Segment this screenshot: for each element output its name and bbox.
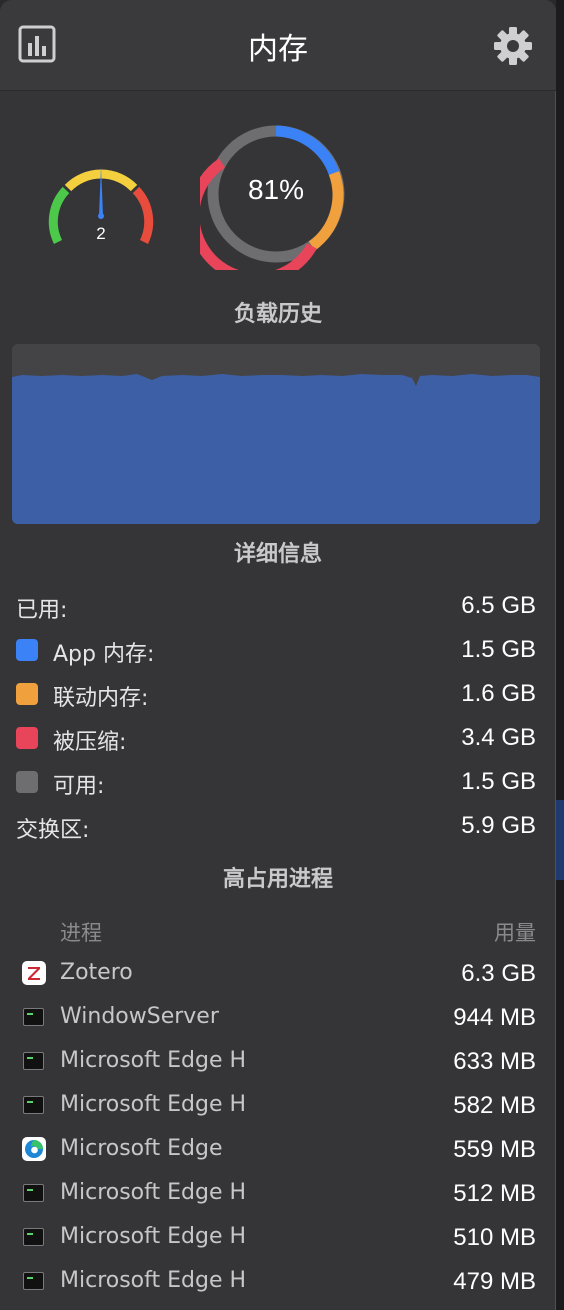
process-name: Microsoft Edge H bbox=[60, 1048, 247, 1073]
memory-popup-panel: 内存 2 81% 负载历史 详细信息 已用: 6.5 GB App 内存: 1.… bbox=[0, 0, 556, 1310]
process-usage: 6.3 GB bbox=[461, 960, 536, 987]
terminal-icon bbox=[20, 1267, 48, 1295]
process-name: WindowServer bbox=[60, 1004, 219, 1029]
terminal-icon bbox=[20, 1047, 48, 1075]
detail-row-compressed: 被压缩: 3.4 GB bbox=[16, 718, 536, 758]
process-name: Microsoft Edge H bbox=[60, 1268, 247, 1293]
page-title: 内存 bbox=[248, 32, 308, 67]
edge-icon bbox=[20, 1135, 48, 1163]
process-name: Microsoft Edge H bbox=[60, 1092, 247, 1117]
detail-label: App 内存: bbox=[53, 642, 155, 667]
process-usage: 633 MB bbox=[453, 1048, 536, 1075]
process-row[interactable]: Microsoft Edge H 479 MB bbox=[20, 1260, 536, 1304]
process-row[interactable]: Microsoft Edge H 633 MB bbox=[20, 1040, 536, 1084]
detail-row-app-memory: App 内存: 1.5 GB bbox=[16, 630, 536, 670]
terminal-icon bbox=[20, 1179, 48, 1207]
free-swatch bbox=[16, 771, 38, 793]
history-title: 负载历史 bbox=[233, 302, 322, 327]
app-memory-swatch bbox=[16, 639, 38, 661]
detail-value: 3.4 GB bbox=[461, 724, 536, 751]
details-title: 详细信息 bbox=[233, 542, 322, 567]
detail-row-swap: 交换区: 5.9 GB bbox=[16, 806, 536, 846]
process-table-header: 进程 用量 bbox=[60, 917, 536, 947]
process-name: Microsoft Edge H bbox=[60, 1180, 247, 1205]
process-row[interactable]: WindowServer 944 MB bbox=[20, 996, 536, 1040]
compressed-swatch bbox=[16, 727, 38, 749]
process-usage: 479 MB bbox=[453, 1268, 536, 1295]
processes-title: 高占用进程 bbox=[222, 867, 333, 892]
process-row[interactable]: Microsoft Edge H 582 MB bbox=[20, 1084, 536, 1128]
process-row[interactable]: Zotero 6.3 GB bbox=[20, 952, 536, 996]
detail-row-free: 可用: 1.5 GB bbox=[16, 762, 536, 802]
process-usage: 510 MB bbox=[453, 1224, 536, 1251]
load-history-chart bbox=[12, 344, 540, 524]
pressure-value: 2 bbox=[96, 224, 106, 243]
column-usage: 用量 bbox=[494, 921, 536, 945]
desktop-background bbox=[556, 0, 564, 1310]
terminal-icon bbox=[20, 1223, 48, 1251]
process-usage: 512 MB bbox=[453, 1180, 536, 1207]
process-row[interactable]: Microsoft Edge 559 MB bbox=[20, 1128, 536, 1172]
detail-row-wired-memory: 联动内存: 1.6 GB bbox=[16, 674, 536, 714]
detail-value: 1.6 GB bbox=[461, 680, 536, 707]
popup-header: 内存 bbox=[0, 0, 556, 91]
memory-percent: 81% bbox=[247, 174, 305, 205]
gear-icon[interactable] bbox=[493, 26, 533, 66]
detail-value: 5.9 GB bbox=[461, 812, 536, 839]
detail-label: 已用: bbox=[16, 598, 68, 623]
detail-row-used: 已用: 6.5 GB bbox=[16, 586, 536, 626]
process-row[interactable]: Microsoft Edge H 510 MB bbox=[20, 1216, 536, 1260]
process-name: Zotero bbox=[60, 960, 133, 985]
process-row[interactable]: Microsoft Edge H 512 MB bbox=[20, 1172, 536, 1216]
detail-label: 联动内存: bbox=[53, 686, 149, 711]
process-usage: 582 MB bbox=[453, 1092, 536, 1119]
process-usage: 944 MB bbox=[453, 1004, 536, 1031]
terminal-icon bbox=[20, 1003, 48, 1031]
process-name: Microsoft Edge bbox=[60, 1136, 223, 1161]
detail-value: 6.5 GB bbox=[461, 592, 536, 619]
wired-memory-swatch bbox=[16, 683, 38, 705]
process-usage: 559 MB bbox=[453, 1136, 536, 1163]
process-name: Microsoft Edge H bbox=[60, 1224, 247, 1249]
detail-label: 交换区: bbox=[16, 818, 90, 843]
desktop-window-peek bbox=[556, 800, 564, 880]
detail-label: 可用: bbox=[53, 774, 105, 799]
detail-label: 被压缩: bbox=[53, 730, 127, 755]
column-process: 进程 bbox=[60, 921, 102, 945]
terminal-icon bbox=[20, 1091, 48, 1119]
detail-value: 1.5 GB bbox=[461, 768, 536, 795]
detail-value: 1.5 GB bbox=[461, 636, 536, 663]
zotero-icon bbox=[20, 959, 48, 987]
gauges-area: 2 81% bbox=[0, 110, 556, 280]
